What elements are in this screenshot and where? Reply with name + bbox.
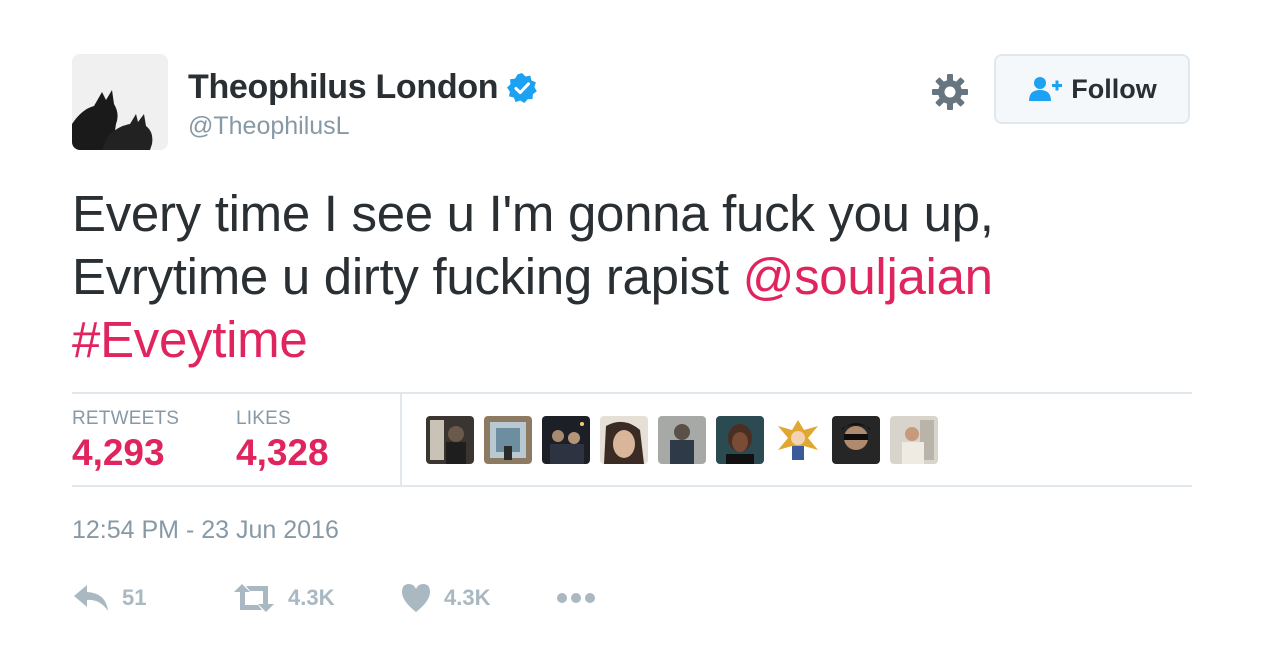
likes-count: 4,328 [236, 432, 329, 473]
liker-avatar-6[interactable] [716, 416, 764, 464]
like-count: 4.3K [444, 585, 491, 610]
mention-link[interactable]: @souljaian [743, 248, 993, 305]
stats-vertical-divider [400, 394, 402, 485]
tweet-text-line-1: Every time I see u I'm gonna fuck you up… [72, 185, 994, 242]
user-avatar[interactable] [72, 54, 168, 150]
hashtag-link[interactable]: #Eveytime [72, 311, 308, 368]
liker-avatar-3[interactable] [542, 416, 590, 464]
liker-facepile [426, 416, 948, 464]
follow-button[interactable]: Follow [994, 54, 1190, 124]
liker-avatar-8[interactable] [832, 416, 880, 464]
tweet-timestamp[interactable]: 12:54 PM - 23 Jun 2016 [72, 516, 339, 545]
name-row: Theophilus London [188, 68, 538, 107]
stats-divider-bottom [72, 485, 1192, 487]
stats-divider-top [72, 392, 1192, 394]
tweet-text: Every time I see u I'm gonna fuck you up… [72, 182, 1072, 371]
retweets-count: 4,293 [72, 432, 165, 473]
retweets-stat[interactable]: RETWEETS 4,293 [72, 408, 179, 474]
liker-avatar-2[interactable] [484, 416, 532, 464]
more-dots-icon [557, 593, 595, 603]
verified-badge-icon [507, 72, 538, 103]
likes-label: LIKES [236, 408, 291, 429]
reply-count: 51 [122, 585, 147, 610]
like-button[interactable]: 4.3K [400, 580, 490, 616]
user-handle[interactable]: @TheophilusL [188, 112, 350, 141]
retweet-count: 4.3K [288, 585, 335, 610]
liker-avatar-7[interactable] [774, 416, 822, 464]
tweet-text-line-2-body: Evrytime u dirty fucking rapist [72, 248, 743, 305]
retweet-button[interactable]: 4.3K [232, 580, 334, 616]
reply-button[interactable]: 51 [72, 580, 146, 616]
liker-avatar-9[interactable] [890, 416, 938, 464]
person-plus-icon [1029, 77, 1063, 101]
liker-avatar-4[interactable] [600, 416, 648, 464]
reply-icon [74, 585, 108, 611]
gear-icon[interactable] [930, 72, 970, 112]
likes-stat[interactable]: LIKES 4,328 [236, 408, 329, 474]
follow-button-label: Follow [1071, 73, 1157, 104]
user-name[interactable]: Theophilus London [188, 68, 499, 107]
tweet-text-line-2: Evrytime u dirty fucking rapist @souljai… [72, 245, 1072, 308]
more-button[interactable] [556, 580, 596, 616]
heart-icon [402, 584, 430, 612]
liker-avatar-5[interactable] [658, 416, 706, 464]
retweet-icon [234, 584, 274, 612]
retweets-label: RETWEETS [72, 408, 180, 429]
liker-avatar-1[interactable] [426, 416, 474, 464]
